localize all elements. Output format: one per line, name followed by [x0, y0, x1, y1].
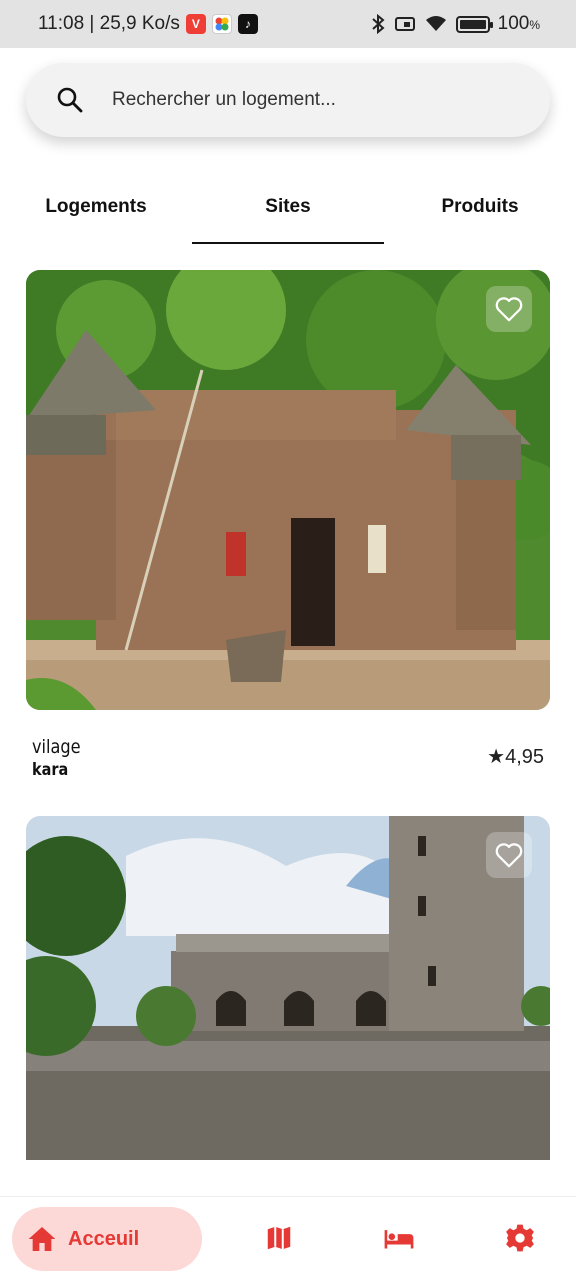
nav-home-label: Acceuil [68, 1227, 140, 1250]
site-card[interactable] [26, 816, 550, 1160]
card-subtitle: kara [32, 760, 69, 780]
tab-sites[interactable]: Sites [192, 180, 384, 244]
tiktok-icon: ♪ [237, 14, 258, 34]
bed-icon [384, 1230, 414, 1249]
tab-bar: Logements Sites Produits [0, 180, 576, 244]
castle-photo [26, 816, 550, 1160]
tab-produits[interactable]: Produits [384, 180, 576, 244]
battery-icon [455, 15, 493, 33]
heart-outline-icon [495, 297, 523, 322]
search-input[interactable]: Rechercher un logement... [112, 89, 336, 111]
heart-outline-icon [495, 843, 523, 868]
map-icon [267, 1226, 291, 1250]
tab-logements[interactable]: Logements [0, 180, 192, 244]
status-bar: 11:08 | 25,9 Ko/s V ♪ 100% [0, 0, 576, 48]
favorite-button[interactable] [486, 832, 532, 878]
battery-percent: 100% [497, 13, 540, 34]
nav-settings[interactable] [503, 1221, 537, 1255]
status-time: 11:08 | 25,9 Ko/s [38, 13, 180, 34]
search-bar[interactable]: Rechercher un logement... [26, 63, 550, 137]
site-photo[interactable] [26, 270, 550, 710]
nav-home[interactable]: Acceuil [12, 1207, 202, 1271]
photos-icon [211, 14, 232, 34]
search-icon [57, 87, 83, 113]
home-icon [28, 1227, 56, 1251]
favorite-button[interactable] [486, 286, 532, 332]
site-card[interactable]: vilage kara ★4,95 [26, 270, 550, 780]
bottom-navigation: Acceuil [0, 1196, 576, 1280]
site-photo[interactable] [26, 816, 550, 1160]
vivaldi-icon: V [185, 14, 206, 34]
gear-icon [506, 1224, 534, 1252]
sim-icon [394, 17, 415, 31]
nav-accommodation[interactable] [382, 1221, 416, 1255]
nav-map[interactable] [262, 1221, 296, 1255]
card-info: vilage kara ★4,95 [26, 710, 550, 780]
bluetooth-icon [371, 13, 385, 35]
village-photo [26, 270, 550, 710]
wifi-icon [425, 16, 446, 31]
card-rating: ★4,95 [487, 746, 544, 768]
card-title: vilage [32, 736, 81, 758]
